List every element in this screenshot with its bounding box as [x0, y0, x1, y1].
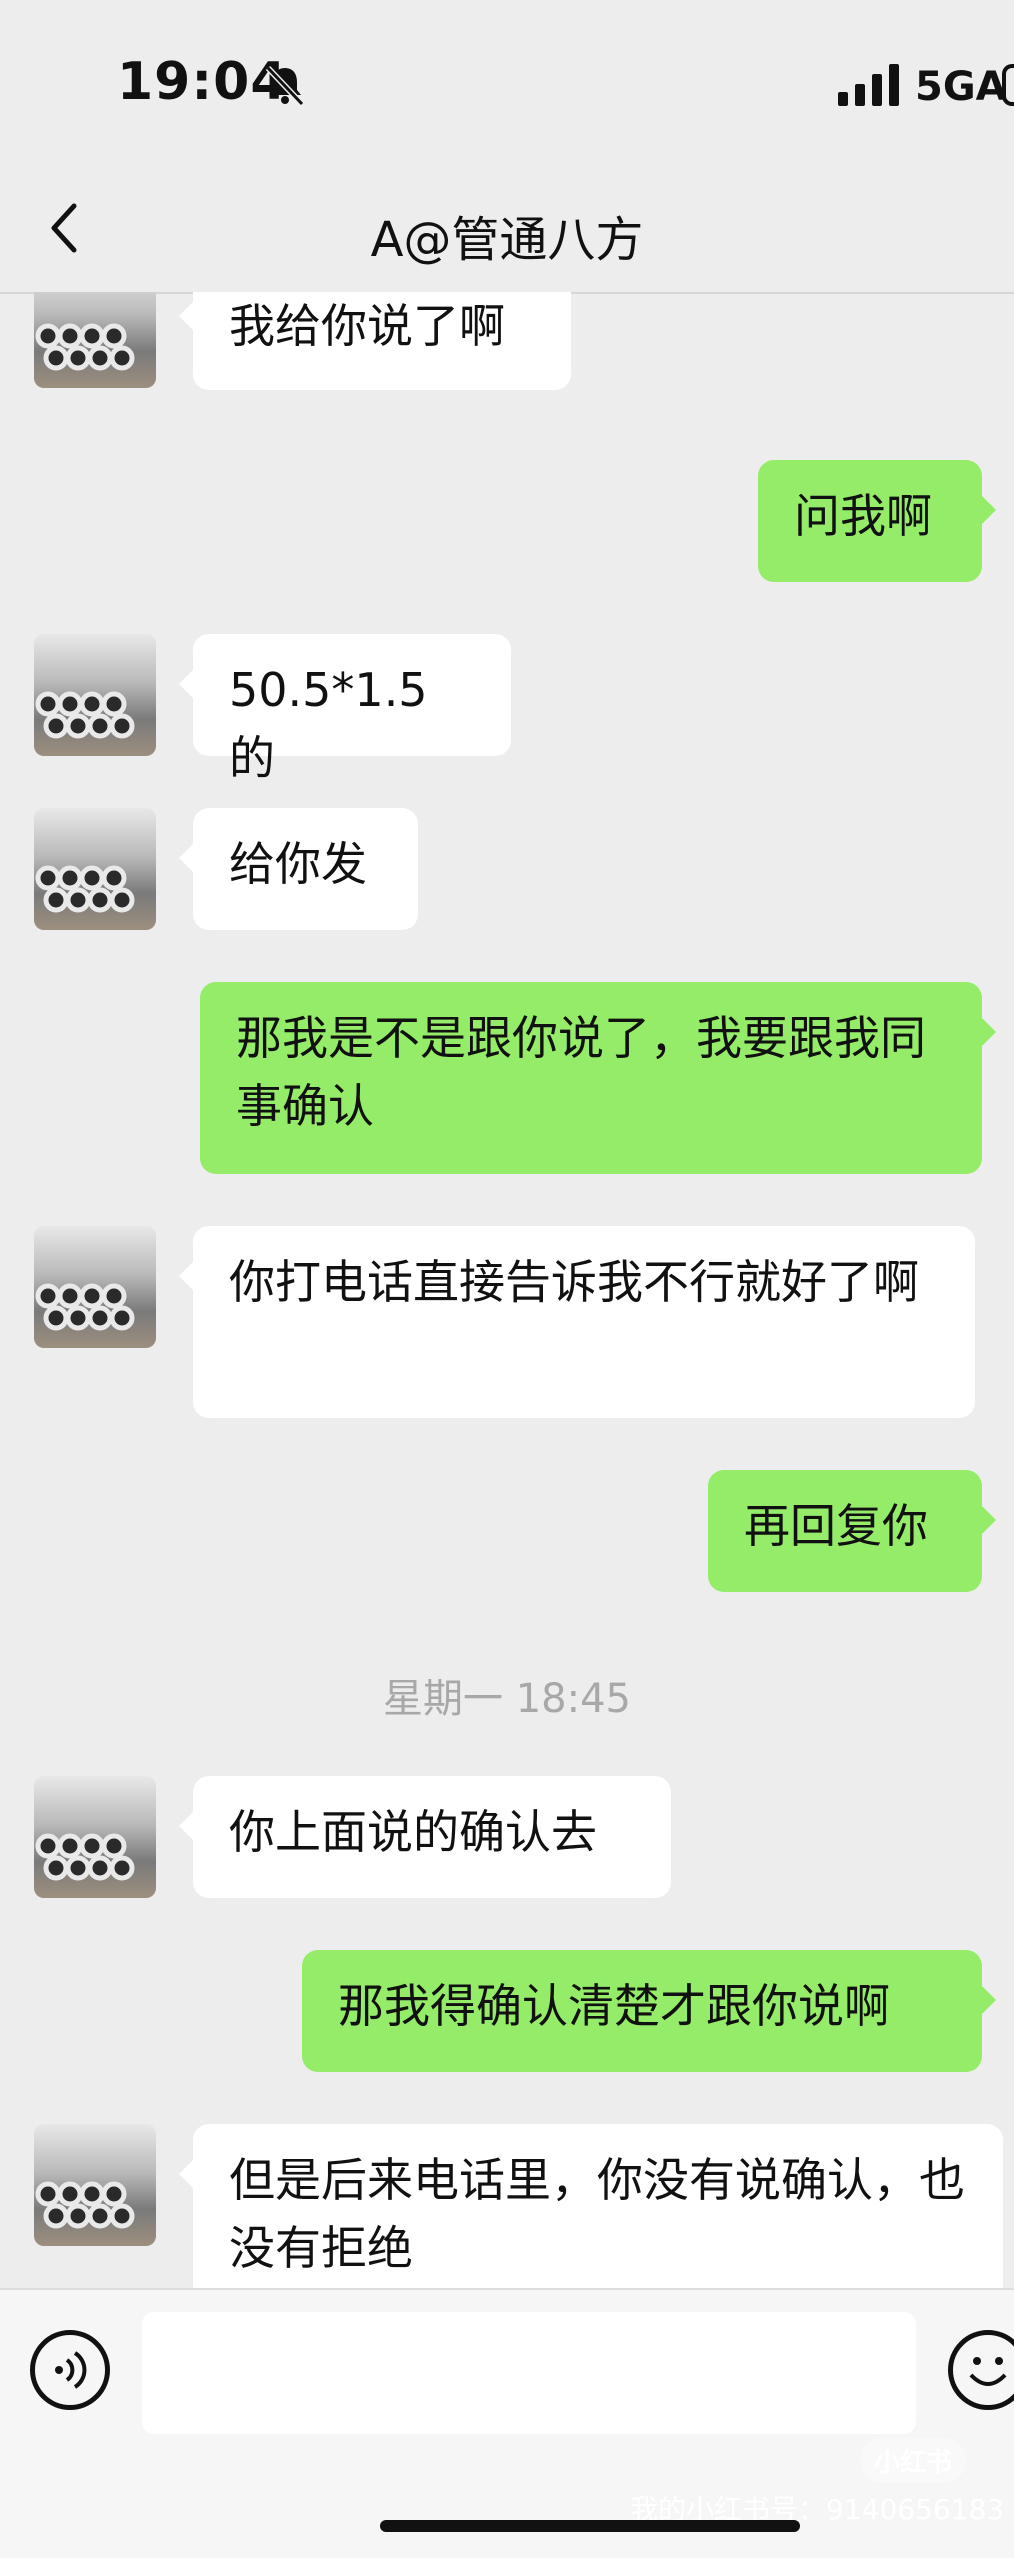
message-bubble[interactable]: 50.5*1.5 的: [179, 634, 511, 785]
chat-title: A@管通八方: [370, 212, 644, 268]
voice-button[interactable]: [30, 2330, 110, 2410]
pipe-image: [35, 1283, 135, 1331]
pipe-image: [35, 323, 135, 371]
message-bubble[interactable]: 再回复你: [708, 1470, 996, 1592]
message-bubble[interactable]: 那我是不是跟你说了，我要跟我同事确认: [200, 982, 996, 1174]
contact-avatar[interactable]: [34, 1776, 156, 1898]
message-item: 我给你说了啊: [0, 292, 1014, 412]
pipe-image: [35, 865, 135, 913]
contact-avatar[interactable]: [34, 292, 156, 388]
contact-avatar[interactable]: [34, 2124, 156, 2246]
message-bubble[interactable]: 你上面说的确认去: [179, 1776, 671, 1898]
contact-avatar[interactable]: [34, 634, 156, 756]
message-list[interactable]: 我给你说了啊 问我啊 50.5*1.5 的 给你发 那我是不是跟你说了，我要跟我…: [0, 292, 1014, 2288]
message-bubble[interactable]: 你打电话直接告诉我不行就好了啊: [179, 1226, 975, 1418]
home-indicator[interactable]: [380, 2520, 800, 2532]
timestamp: 星期一 18:45: [383, 1676, 631, 1722]
message-input[interactable]: [142, 2312, 916, 2434]
message-bubble[interactable]: 我给你说了啊: [179, 292, 571, 390]
watermark-logo: 小红书: [860, 2438, 967, 2483]
input-bar: 小红书 我的小红书号：9140656183: [0, 2288, 1014, 2558]
pipe-image: [35, 1833, 135, 1881]
nav-bar: A@管通八方: [0, 170, 1014, 294]
pipe-image: [35, 2181, 135, 2229]
bell-muted-icon: [265, 65, 305, 107]
message-bubble[interactable]: 但是后来电话里，你没有说确认，也没有拒绝: [179, 2124, 1003, 2288]
emoji-icon: [969, 2357, 1007, 2386]
emoji-button[interactable]: [948, 2330, 1014, 2410]
message-bubble[interactable]: 那我得确认清楚才跟你说啊: [302, 1950, 996, 2072]
contact-avatar[interactable]: [34, 1226, 156, 1348]
signal-icon: [838, 64, 899, 106]
contact-avatar[interactable]: [34, 808, 156, 930]
message-bubble[interactable]: 给你发: [179, 808, 418, 930]
voice-icon: [55, 2351, 87, 2389]
message-bubble[interactable]: 问我啊: [758, 460, 996, 582]
status-bar: 19:04 5GA: [0, 0, 1014, 170]
network-label: 5GA: [915, 64, 1007, 110]
battery-icon: [1002, 64, 1014, 106]
pipe-image: [35, 691, 135, 739]
